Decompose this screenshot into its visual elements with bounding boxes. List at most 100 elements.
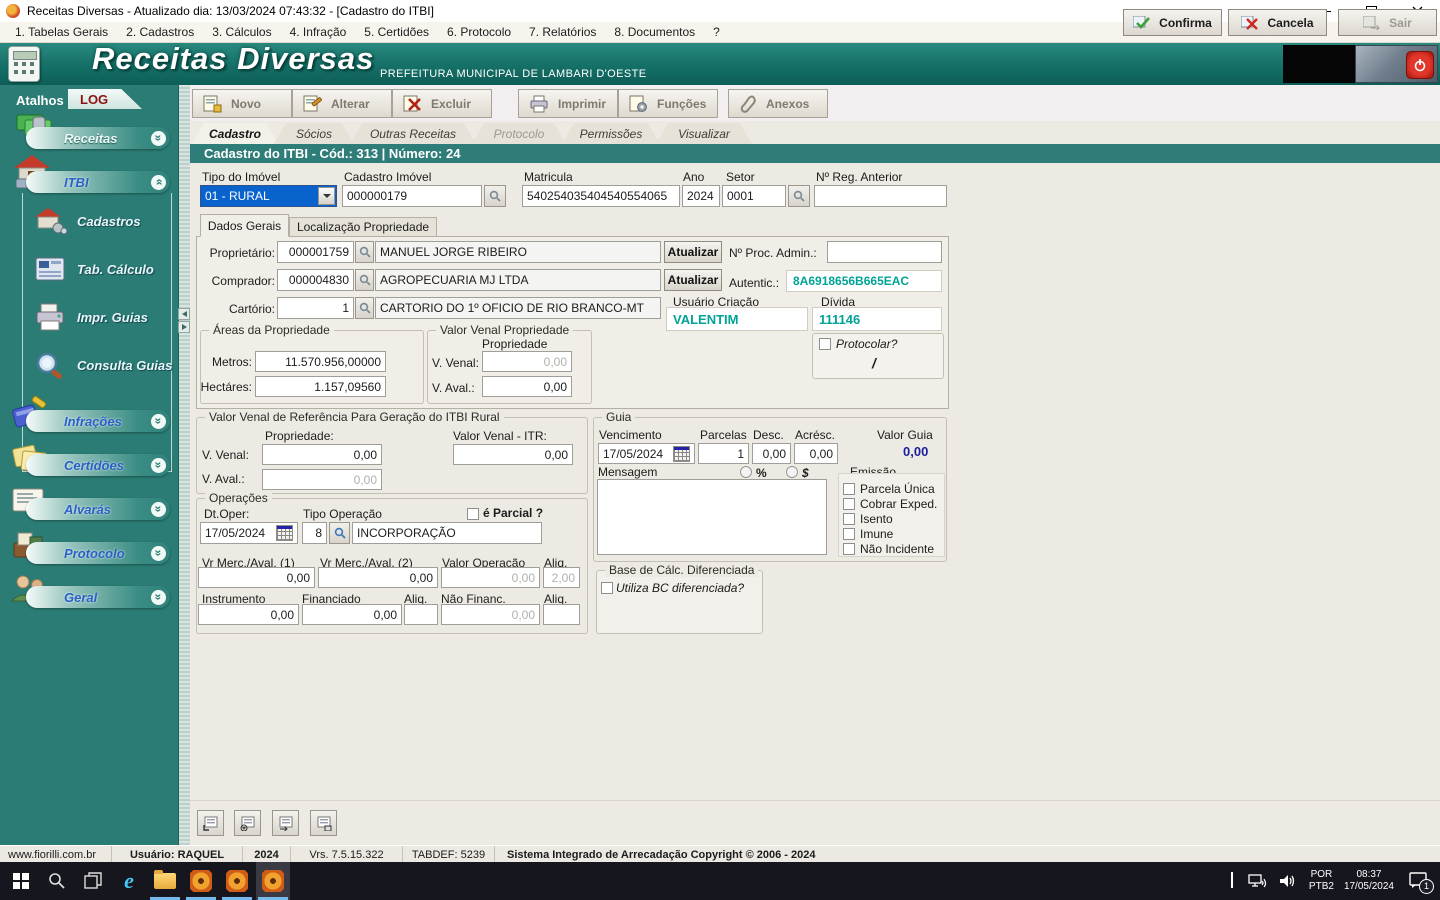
tab-socios[interactable]: Sócios [274, 123, 354, 144]
metros-field[interactable]: 11.570.956,00000 [255, 351, 386, 372]
proprietario-code-field[interactable]: 000001759 [277, 241, 354, 263]
menu-tabelas-gerais[interactable]: 1. Tabelas Gerais [6, 23, 117, 41]
acresc-field[interactable]: 0,00 [794, 443, 838, 464]
sidebar-item-infracoes[interactable]: Infrações [26, 410, 170, 432]
sidebar-item-itbi[interactable]: ITBI [26, 171, 170, 193]
bc-diferenciada-checkbox[interactable] [601, 582, 613, 594]
menu-documentos[interactable]: 8. Documentos [605, 23, 704, 41]
vencimento-field[interactable]: 17/05/2024 [598, 443, 695, 464]
atualizar-proprietario-button[interactable]: Atualizar [664, 241, 722, 263]
nav-next-button[interactable] [272, 810, 299, 836]
sair-button[interactable]: Sair [1338, 9, 1437, 36]
venal-prop-vvenal-field[interactable]: 0,00 [482, 351, 572, 372]
notification-center-button[interactable]: 1 [1408, 871, 1434, 894]
tab-outras-receitas[interactable]: Outras Receitas [350, 123, 476, 144]
sidebar-item-tab-calculo[interactable]: Tab. Cálculo [33, 251, 154, 287]
referencia-itr-field[interactable]: 0,00 [453, 444, 573, 465]
vr1-field[interactable]: 0,00 [198, 567, 315, 588]
setor-search-button[interactable] [788, 185, 810, 207]
app-window-2-button[interactable] [220, 862, 254, 900]
aliq1-field[interactable]: 2,00 [543, 567, 580, 588]
nfin-field[interactable]: 0,00 [441, 604, 540, 625]
sidebar-item-protocolo[interactable]: Protocolo [26, 542, 170, 564]
calendar-icon[interactable] [276, 525, 293, 541]
subtab-dados-gerais[interactable]: Dados Gerais [200, 214, 289, 237]
parcelas-field[interactable]: 1 [698, 443, 749, 464]
start-button[interactable] [4, 862, 38, 900]
menu-protocolo[interactable]: 6. Protocolo [438, 23, 520, 41]
sidebar-item-receitas[interactable]: Receitas [26, 127, 170, 149]
nao-incidente-checkbox[interactable] [843, 543, 855, 555]
sidebar-log-tab[interactable]: LOG [68, 89, 142, 109]
sidebar-item-impr-guias[interactable]: Impr. Guias [33, 299, 148, 335]
sidebar-item-geral[interactable]: Geral [26, 586, 170, 608]
taskbar-search-button[interactable] [40, 862, 74, 900]
tipo-operacao-code-field[interactable]: 8 [302, 522, 327, 544]
dtoper-field[interactable]: 17/05/2024 [200, 522, 298, 544]
venal-prop-vaval-field[interactable]: 0,00 [482, 376, 572, 397]
tipo-imovel-select[interactable]: 01 - RURAL [200, 185, 337, 207]
desc-field[interactable]: 0,00 [752, 443, 791, 464]
sidebar-item-alvaras[interactable]: Alvarás [26, 498, 170, 520]
menu-help[interactable]: ? [704, 23, 729, 41]
referencia-vvenal-field[interactable]: 0,00 [262, 444, 382, 465]
calendar-icon[interactable] [673, 445, 690, 462]
cobrar-exped-checkbox[interactable] [843, 498, 855, 510]
funcoes-button[interactable]: Funções [618, 89, 718, 118]
sidebar-item-cadastros[interactable]: Cadastros [33, 203, 141, 239]
ano-field[interactable]: 2024 [682, 185, 720, 207]
anexos-button[interactable]: Anexos [728, 89, 828, 118]
chevron-up-icon[interactable] [151, 174, 166, 190]
chevron-down-icon[interactable] [151, 413, 166, 429]
novo-button[interactable]: Novo [192, 89, 292, 118]
tray-clock[interactable]: 08:37 17/05/2024 [1344, 869, 1394, 893]
splitter-right-arrow[interactable] [178, 321, 190, 333]
cancela-button[interactable]: Cancela [1228, 9, 1327, 36]
alterar-button[interactable]: Alterar [292, 89, 392, 118]
sidebar-splitter[interactable] [178, 85, 190, 845]
matricula-field[interactable]: 540254035404540554065 [522, 185, 680, 207]
cartorio-code-field[interactable]: 1 [277, 297, 354, 319]
parcial-checkbox[interactable] [467, 508, 479, 520]
comprador-name-field[interactable]: AGROPECUARIA MJ LTDA [375, 269, 661, 291]
proprietario-search-button[interactable] [355, 241, 374, 263]
menu-calculos[interactable]: 3. Cálculos [203, 23, 280, 41]
mensagem-textarea[interactable] [597, 479, 827, 555]
tipo-operacao-name-field[interactable]: INCORPORAÇÃO [352, 522, 542, 544]
menu-cadastros[interactable]: 2. Cadastros [117, 23, 203, 41]
confirma-button[interactable]: Confirma [1123, 9, 1222, 36]
sidebar-item-consulta-guias[interactable]: Consulta Guias [33, 347, 172, 383]
chevron-down-icon[interactable] [151, 501, 166, 517]
chevron-down-icon[interactable] [151, 589, 166, 605]
cadastro-imovel-field[interactable]: 000000179 [342, 185, 482, 207]
excluir-button[interactable]: Excluir [392, 89, 492, 118]
protocolar-checkbox[interactable] [819, 338, 831, 350]
nav-first-button[interactable] [197, 810, 224, 836]
subtab-localizacao[interactable]: Localização Propriedade [289, 217, 437, 237]
sidebar-item-certidoes[interactable]: Certidões [26, 454, 170, 476]
instrumento-field[interactable]: 0,00 [198, 604, 299, 625]
task-view-button[interactable] [76, 862, 110, 900]
tray-language[interactable]: POR PTB2 [1309, 869, 1334, 893]
aliq2-field[interactable] [404, 604, 438, 625]
vr2-field[interactable]: 0,00 [318, 567, 438, 588]
imprimir-button[interactable]: Imprimir [518, 89, 618, 118]
menu-relatorios[interactable]: 7. Relatórios [520, 23, 605, 41]
comprador-search-button[interactable] [355, 269, 374, 291]
cartorio-name-field[interactable]: CARTORIO DO 1º OFICIO DE RIO BRANCO-MT [375, 297, 661, 319]
setor-field[interactable]: 0001 [722, 185, 786, 207]
chevron-down-icon[interactable] [151, 545, 166, 561]
chevron-down-icon[interactable] [151, 130, 166, 146]
menu-certidoes[interactable]: 5. Certidões [355, 23, 438, 41]
tipo-operacao-search-button[interactable] [329, 522, 350, 544]
proc-admin-field[interactable] [827, 241, 942, 263]
aliq3-field[interactable] [543, 604, 580, 625]
referencia-vaval-field[interactable]: 0,00 [262, 469, 382, 490]
splitter-left-arrow[interactable] [178, 308, 190, 320]
app-window-1-button[interactable] [184, 862, 218, 900]
tray-expand-button[interactable] [1230, 872, 1233, 888]
cadastro-imovel-search-button[interactable] [484, 185, 506, 207]
tab-cadastro[interactable]: Cadastro [192, 123, 278, 144]
tab-permissoes[interactable]: Permissões [562, 123, 660, 144]
currency-radio[interactable] [786, 466, 798, 478]
